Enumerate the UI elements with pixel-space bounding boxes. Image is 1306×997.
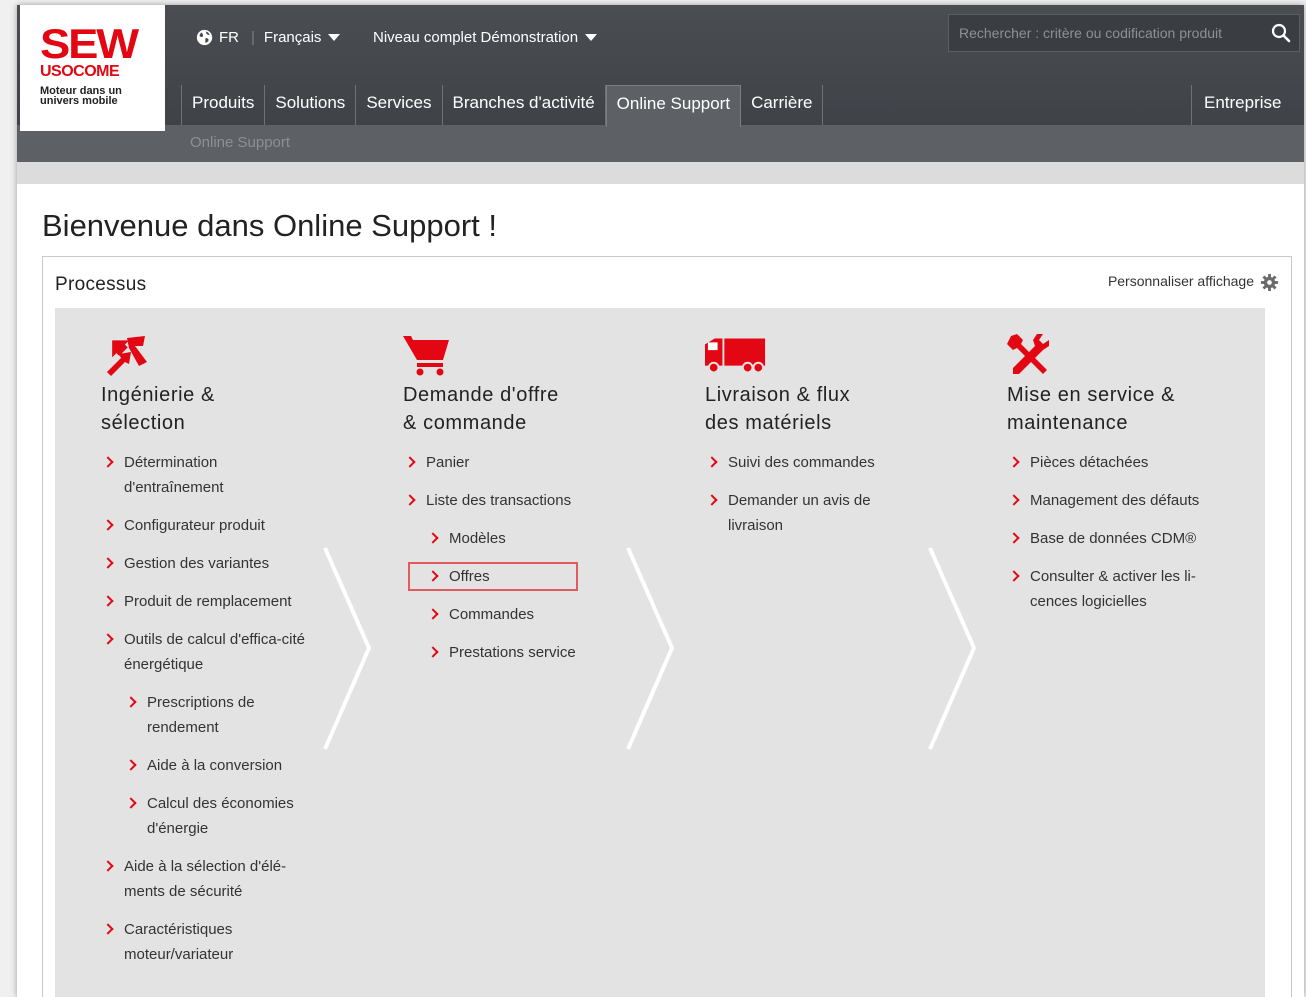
nav-online-support[interactable]: Online Support [605,85,742,127]
logo-sew-text: SEW [40,20,139,67]
process-area: Ingénierie & sélection Détermination d'e… [55,308,1265,997]
column-title: Mise en service & maintenance [1007,381,1175,437]
sub-navigation: Online Support [17,125,1304,162]
link-order-tracking[interactable]: Suivi des commandes [705,450,935,475]
column-title: Ingénierie & sélection [101,381,215,437]
main-navigation: Produits Solutions Services Branches d'a… [181,85,824,127]
browser-page: Online Support SEW USOCOME Moteur dans u… [17,5,1304,997]
link-efficiency-requirements[interactable]: Prescriptions de rendement [101,690,271,740]
link-spare-parts[interactable]: Pièces détachées [1007,450,1237,475]
search-icon[interactable] [1271,23,1291,43]
nav-branches[interactable]: Branches d'activité [443,85,606,125]
link-templates[interactable]: Modèles [403,526,633,551]
nav-services[interactable]: Services [356,85,443,125]
link-fault-management[interactable]: Management des défauts [1007,488,1247,513]
customize-label: Personnaliser affichage [1107,272,1254,289]
link-energy-savings[interactable]: Calcul des économies d'énergie [101,791,311,841]
country-code: FR [219,29,239,46]
link-cdm-database[interactable]: Base de données CDM® [1007,526,1237,551]
link-orders[interactable]: Commandes [403,602,633,627]
column-title-line2: des matériels [705,412,832,434]
logo-usocome-text: USOCOME [40,63,120,80]
lang-separator: | [251,29,255,46]
link-software-licenses[interactable]: Consulter & activer les li-cences logici… [1007,564,1222,614]
column-title-line2: maintenance [1007,412,1129,434]
column-title-line2: & commande [403,412,527,434]
link-list: Suivi des commandes Demander un avis de … [705,450,935,551]
panel-title: Processus [55,274,147,295]
column-title-line1: Demande d'offre [403,384,559,406]
cart-icon [403,336,449,376]
search-box [948,14,1300,52]
column-title: Livraison & flux des matériels [705,381,850,437]
customize-display-link[interactable]: Personnaliser affichage [1108,269,1279,292]
tools-icon [1007,334,1049,374]
link-product-configurator[interactable]: Configurateur produit [101,513,331,538]
subnav-online-support[interactable]: Online Support [190,134,290,151]
column-title-line1: Livraison & flux [705,384,851,406]
site-header: Online Support SEW USOCOME Moteur dans u… [17,5,1304,162]
link-transaction-list[interactable]: Liste des transactions [403,488,633,513]
link-variant-management[interactable]: Gestion des variantes [101,551,331,576]
link-motor-characteristics[interactable]: Caractéristiques moteur/variateur [101,917,251,967]
logo-tagline: Moteur dans un univers mobile [40,86,122,107]
link-energy-efficiency-tools[interactable]: Outils de calcul d'effica-cité énergétiq… [101,627,306,677]
link-drive-determination[interactable]: Détermination d'entraînement [101,450,251,500]
language-label: Français [263,29,322,46]
process-arrow [626,547,675,750]
level-selector[interactable]: Niveau complet Démonstration [373,29,598,46]
sew-logo[interactable]: SEW USOCOME Moteur dans un univers mobil… [20,5,165,131]
column-title-line1: Mise en service & [1007,384,1176,406]
nav-carriere[interactable]: Carrière [741,85,824,125]
process-arrow [323,547,372,750]
link-replacement-product[interactable]: Produit de remplacement [101,589,331,614]
link-cart[interactable]: Panier [403,450,633,475]
link-safety-selection[interactable]: Aide à la sélection d'élé-ments de sécur… [101,854,306,904]
link-conversion-help[interactable]: Aide à la conversion [101,753,331,778]
search-input[interactable] [949,15,1259,51]
nav-solutions[interactable]: Solutions [265,85,357,125]
column-title: Demande d'offre & commande [403,381,559,437]
chevron-down-icon [585,34,598,41]
link-list: Panier Liste des transactions Modèles Of… [403,450,633,678]
language-selector[interactable]: FR | Français [196,29,341,46]
process-arrow [928,547,977,750]
column-title-line1: Ingénierie & [101,384,215,406]
header-divider [17,162,1304,184]
nav-produits[interactable]: Produits [181,85,266,125]
engineering-icon [107,336,147,376]
column-title-line2: sélection [101,412,186,434]
link-delivery-notice[interactable]: Demander un avis de livraison [705,488,895,538]
nav-entreprise[interactable]: Entreprise [1191,85,1281,125]
level-label: Niveau complet Démonstration [373,29,579,46]
link-service-offerings[interactable]: Prestations service [403,640,633,665]
logo-tagline-line2: univers mobile [40,95,118,107]
link-list: Pièces détachées Management des défauts … [1007,450,1237,627]
chevron-down-icon [328,34,341,41]
gear-icon[interactable] [1260,273,1279,292]
link-list: Détermination d'entraînement Configurate… [101,450,331,980]
truck-icon [705,338,766,374]
page-title: Bienvenue dans Online Support ! [42,208,497,243]
globe-icon [196,29,213,46]
process-panel: Processus Personnaliser affichage Ingéni… [42,256,1292,997]
link-offers[interactable]: Offres [408,562,578,591]
